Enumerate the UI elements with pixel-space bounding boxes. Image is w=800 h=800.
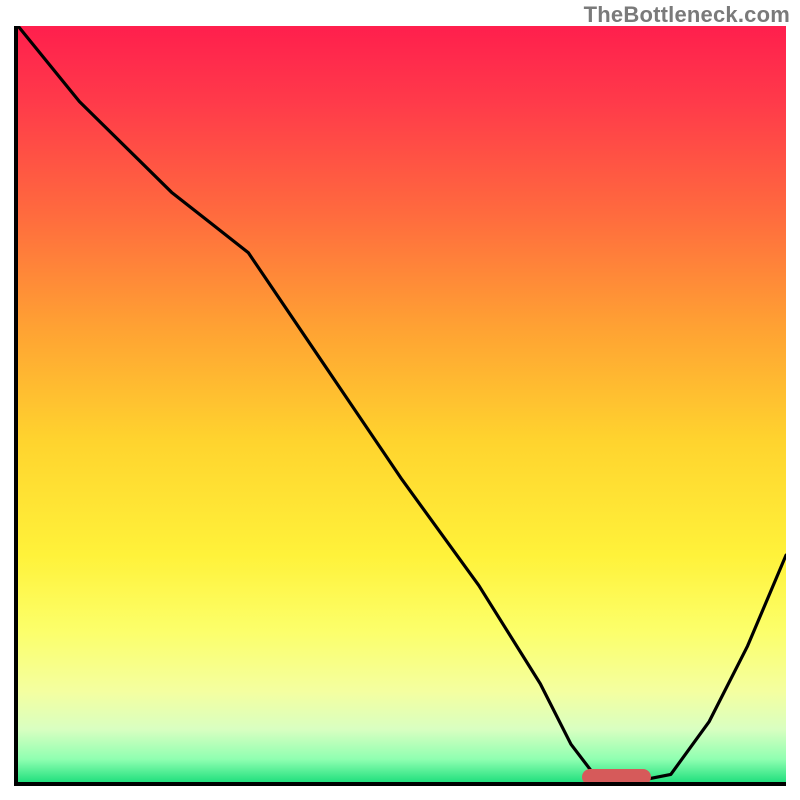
- plot-area: [14, 26, 786, 786]
- optimal-range-marker: [582, 769, 651, 785]
- watermark-text: TheBottleneck.com: [584, 2, 790, 28]
- bottleneck-curve: [18, 26, 786, 782]
- curve-path: [18, 26, 786, 782]
- chart-container: TheBottleneck.com: [0, 0, 800, 800]
